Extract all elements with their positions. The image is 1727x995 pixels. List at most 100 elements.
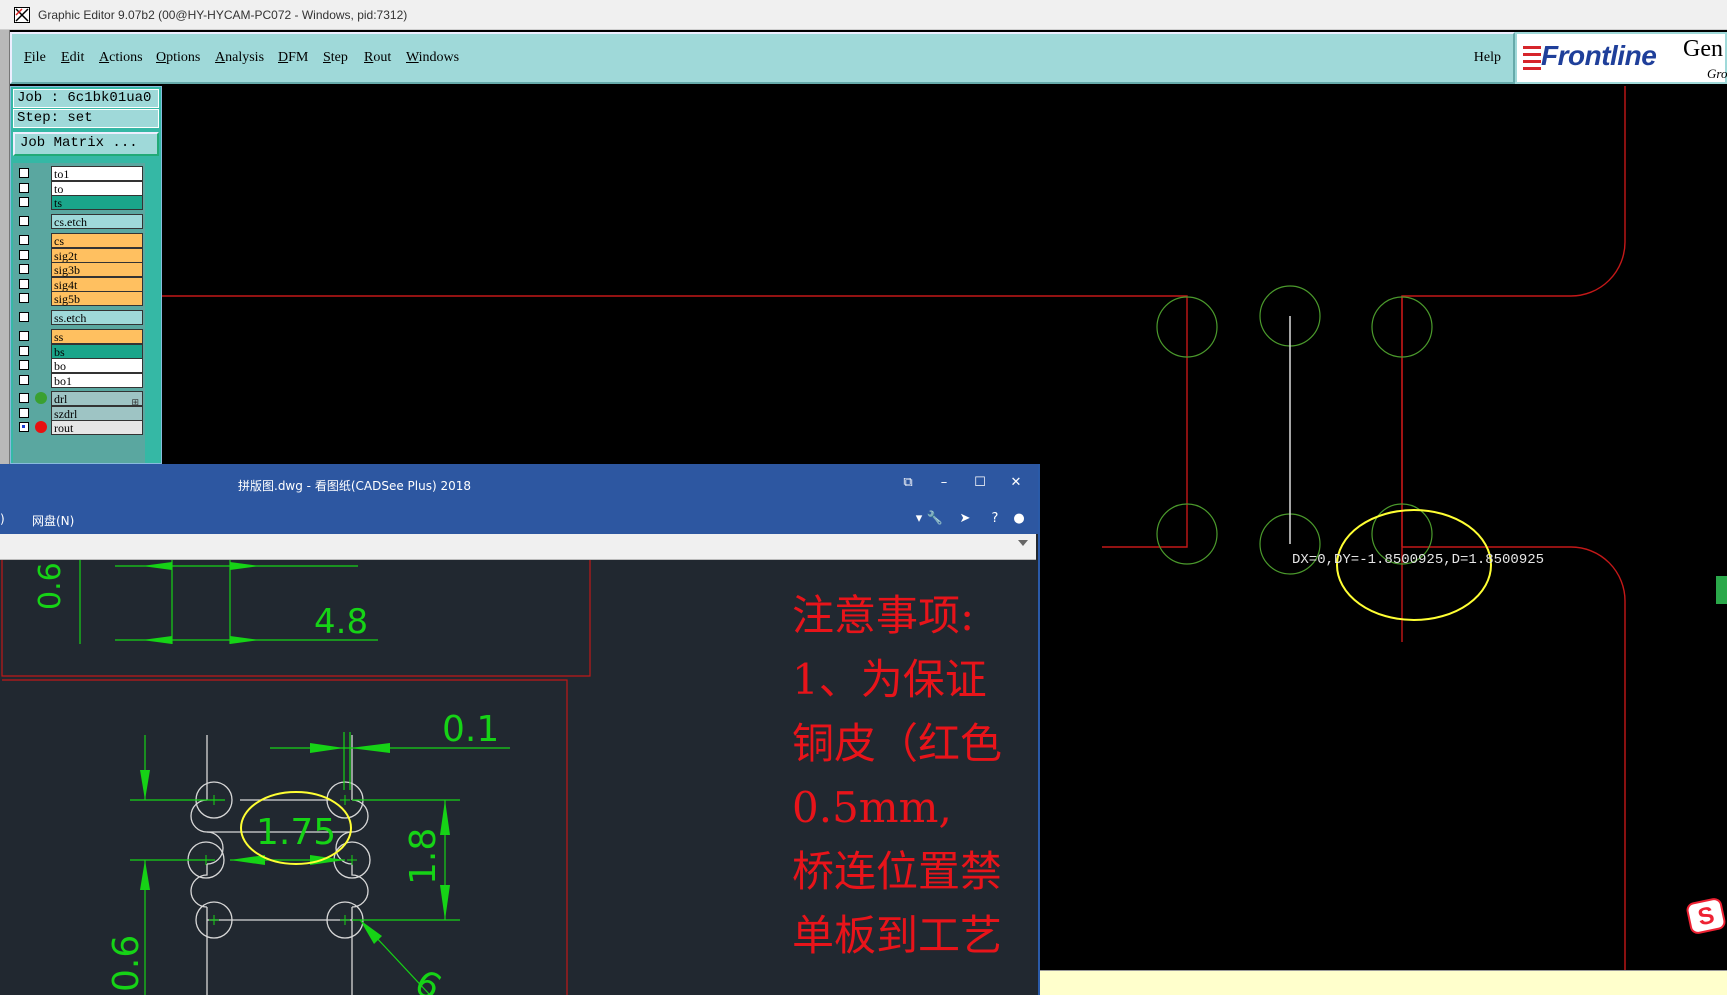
layer-name[interactable]: cs xyxy=(51,233,143,248)
note-line: 1、为保证 xyxy=(792,655,987,704)
help-icon[interactable]: ? xyxy=(986,510,1004,528)
app-icon xyxy=(14,7,30,23)
board-outline-bottom-right xyxy=(1402,546,1626,970)
window-title: Graphic Editor 9.07b2 (00@HY-HYCAM-PC072… xyxy=(38,8,408,22)
layer-checkbox[interactable] xyxy=(19,197,29,207)
layer-name[interactable]: bo1 xyxy=(51,373,143,388)
layer-checkbox[interactable] xyxy=(19,279,29,289)
menu-edit[interactable]: Edit xyxy=(61,50,84,66)
netdisk-menu[interactable]: 网盘(N) xyxy=(32,512,74,529)
layer-checkbox[interactable] xyxy=(19,183,29,193)
layer-name[interactable]: sig3b xyxy=(51,262,143,277)
wrench-icon[interactable]: 🔧 xyxy=(926,510,944,528)
dim-d6: 0.6 xyxy=(106,935,147,992)
minimize-button[interactable]: – xyxy=(934,474,954,494)
layer-row-to1[interactable]: to1 xyxy=(15,165,143,181)
layer-checkbox[interactable] xyxy=(19,235,29,245)
layer-row-ss-etch[interactable]: ss.etch xyxy=(15,309,143,325)
note-line: 0.5mm, xyxy=(792,783,952,832)
layer-name[interactable]: to1 xyxy=(51,166,143,181)
tab-dropdown-icon[interactable] xyxy=(1018,540,1028,546)
notes-block: 注意事项: 1、为保证 铜皮（红色 0.5mm, 桥连位置禁 单板到工艺 xyxy=(792,584,1036,968)
maximize-button[interactable]: ☐ xyxy=(970,474,990,494)
layer-name[interactable]: ss xyxy=(51,329,143,344)
menu-step[interactable]: Step xyxy=(323,50,348,66)
menu-options[interactable]: Options xyxy=(156,50,200,66)
step-name: Step: set xyxy=(13,109,159,128)
note-line: 桥连位置禁 xyxy=(792,847,1003,896)
dim-d4: 1.75 xyxy=(256,812,336,853)
menu-windows[interactable]: Windows xyxy=(406,50,459,66)
layer-list: to1 to ts cs.etch cs sig2t sig3b sig4t sig5b ss.e… xyxy=(13,163,145,463)
layer-name[interactable]: drl ⊞ xyxy=(51,391,143,407)
layer-status-dot-icon xyxy=(35,392,47,404)
layer-checkbox[interactable] xyxy=(19,331,29,341)
layer-name[interactable]: ts xyxy=(51,195,143,210)
layer-row-bo1[interactable]: bo1 xyxy=(15,372,143,388)
logo-gen: Gen xyxy=(1683,36,1723,62)
dim-d2: 4.8 xyxy=(314,602,368,642)
note-line: 注意事项: xyxy=(792,591,975,640)
title-bar: Graphic Editor 9.07b2 (00@HY-HYCAM-PC072… xyxy=(0,0,1727,30)
layer-row-rout[interactable]: rout xyxy=(15,419,143,435)
layer-checkbox[interactable] xyxy=(19,422,29,432)
layer-checkbox[interactable] xyxy=(19,408,29,418)
layer-name[interactable]: bo xyxy=(51,358,143,373)
close-button[interactable]: ✕ xyxy=(1006,474,1026,494)
layer-checkbox[interactable] xyxy=(19,346,29,356)
dim-d5: 1.8 xyxy=(403,828,444,885)
toolbar-cut-text: ) xyxy=(0,512,5,526)
layer-checkbox[interactable] xyxy=(19,375,29,385)
layer-name[interactable]: cs.etch xyxy=(51,214,143,229)
layer-name[interactable]: ss.etch xyxy=(51,310,143,325)
note-line: 铜皮（红色 xyxy=(792,719,1003,768)
menu-help[interactable]: Help xyxy=(1474,50,1501,66)
measure-readout: DX=0,DY=-1.8500925,D=1.8500925 xyxy=(1292,552,1545,568)
menu-bar: File Edit Actions Options Analysis DFM S… xyxy=(10,32,1515,84)
layer-name[interactable]: sig5b xyxy=(51,291,143,306)
layer-checkbox[interactable] xyxy=(19,393,29,403)
logo-gro: Gro xyxy=(1707,66,1727,81)
layer-checkbox[interactable] xyxy=(19,360,29,370)
layer-checkbox[interactable] xyxy=(19,293,29,303)
menu-analysis[interactable]: Analysis xyxy=(215,50,264,66)
side-tab[interactable] xyxy=(1716,576,1727,604)
cadsee-toolbar: ) 网盘(N) ▾ 🔧 ➤ ? ● xyxy=(0,504,1038,534)
layer-row-drl[interactable]: drl ⊞ xyxy=(15,390,143,407)
frame-top xyxy=(1,560,591,677)
layer-row-sig5b[interactable]: sig5b xyxy=(15,290,143,306)
note-line: 单板到工艺 xyxy=(792,911,1003,960)
restore-icon[interactable]: ⧉ xyxy=(898,474,918,494)
dim-d3: 0.1 xyxy=(442,709,499,750)
job-matrix-button[interactable]: Job Matrix ... xyxy=(13,132,159,156)
layer-name[interactable]: rout xyxy=(51,420,143,435)
cadsee-title: 拼版图.dwg - 看图纸(CADSee Plus) 2018 xyxy=(238,479,471,493)
cadsee-drawing[interactable]: 0.6 4.8 0.1 1.75 1.8 0.6 6 注意事项: 1、为保证 铜… xyxy=(0,560,1036,995)
logo-brand: Frontline xyxy=(1541,40,1657,71)
layer-checkbox[interactable] xyxy=(19,264,29,274)
menu-rout[interactable]: Rout xyxy=(364,50,391,66)
cadsee-tab-bar xyxy=(0,534,1036,560)
dim-d7: 6 xyxy=(408,962,448,995)
layer-checkbox[interactable] xyxy=(19,250,29,260)
layer-row-cs-etch[interactable]: cs.etch xyxy=(15,213,143,229)
menu-file[interactable]: File xyxy=(24,50,46,66)
menu-actions[interactable]: Actions xyxy=(99,50,143,66)
layer-checkbox[interactable] xyxy=(19,216,29,226)
cadsee-window: 拼版图.dwg - 看图纸(CADSee Plus) 2018 ⧉ – ☐ ✕ … xyxy=(0,464,1040,995)
cursor-icon[interactable]: ➤ xyxy=(956,510,974,528)
user-icon[interactable]: ● xyxy=(1010,510,1028,528)
job-name: Job : 6c1bk01ua0 xyxy=(13,89,159,108)
layer-row-sig3b[interactable]: sig3b xyxy=(15,261,143,277)
layer-checkbox[interactable] xyxy=(19,168,29,178)
cadsee-title-bar: 拼版图.dwg - 看图纸(CADSee Plus) 2018 ⧉ – ☐ ✕ xyxy=(0,464,1038,504)
layer-checkbox[interactable] xyxy=(19,312,29,322)
layer-row-ts[interactable]: ts xyxy=(15,194,143,210)
menu-dfm[interactable]: DFM xyxy=(278,50,308,66)
layer-row-ss[interactable]: ss xyxy=(15,328,143,344)
layer-row-bo[interactable]: bo xyxy=(15,357,143,373)
layer-row-cs[interactable]: cs xyxy=(15,232,143,248)
left-edge-strip xyxy=(0,30,10,464)
logo-stripes-icon xyxy=(1523,46,1541,74)
layer-status-dot-icon xyxy=(35,421,47,433)
